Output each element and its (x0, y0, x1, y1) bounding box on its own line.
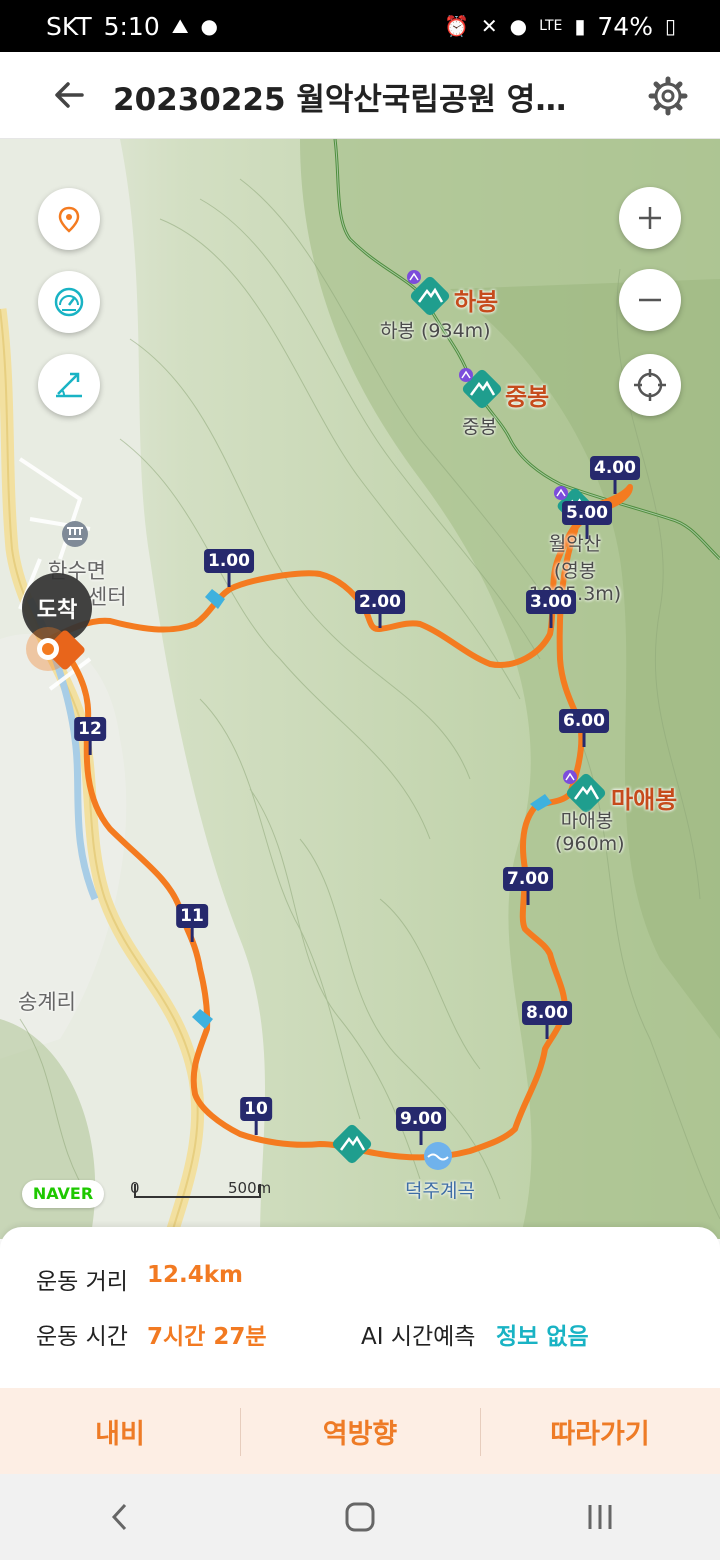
summit-icon (554, 486, 568, 500)
network-type: LTE (539, 18, 563, 34)
km-marker[interactable]: 3.00 (526, 590, 576, 614)
app-bar: 20230225 월악산국립공원 영봉... (0, 52, 720, 139)
clock: 5:10 (103, 11, 160, 41)
ai-prediction-label: AI 시간예측 (361, 1324, 476, 1350)
zoom-in-button[interactable] (619, 187, 681, 249)
km-marker[interactable]: 2.00 (355, 590, 405, 614)
speedometer-button[interactable] (38, 271, 100, 333)
ai-prediction-value: 정보 없음 (496, 1324, 589, 1350)
km-marker[interactable]: 6.00 (559, 709, 609, 733)
chevron-left-icon (111, 1503, 127, 1531)
home-icon (345, 1502, 375, 1532)
map-base (0, 139, 720, 1239)
summit-icon (563, 770, 577, 784)
peak-marker-waypoint[interactable] (330, 1122, 374, 1166)
follow-button[interactable]: 따라가기 (480, 1388, 720, 1474)
status-bar: SKT 5:10 ⛰ ● ⏰ ✕ ● LTE ▮ 74% ▯ (0, 0, 720, 52)
scale-distance-label: 500m (228, 1179, 272, 1197)
battery-level: 74% (597, 11, 653, 41)
mute-icon: ✕ (480, 14, 498, 38)
action-bar: 내비 역방향 따라가기 (0, 1388, 720, 1474)
alarm-icon: ⏰ (443, 14, 469, 38)
summit-icon (407, 270, 421, 284)
peak-sub-jungbong: 중봉 (462, 416, 497, 438)
km-marker[interactable]: 1.00 (204, 549, 254, 573)
km-marker[interactable]: 8.00 (522, 1001, 572, 1025)
peak-sub-maaebong: 마애봉 (960m) (555, 810, 625, 855)
km-marker[interactable]: 11 (176, 904, 208, 928)
start-marker-icon[interactable] (26, 625, 90, 681)
km-marker[interactable]: 4.00 (590, 456, 640, 480)
summit-icon (459, 368, 473, 382)
map-view[interactable]: 하봉 하봉 (934m) 중봉 중봉 월악산 (영봉1095.3m) 마애봉 마… (0, 139, 720, 1239)
distance-label: 운동 거리 (36, 1269, 128, 1295)
gear-icon (648, 76, 688, 116)
reverse-button[interactable]: 역방향 (240, 1388, 480, 1474)
my-location-button[interactable] (619, 354, 681, 416)
recents-icon (588, 1505, 612, 1529)
crosshair-icon (634, 369, 666, 401)
peak-name-habong: 하봉 (454, 288, 499, 316)
hiking-icon: ⛰ (171, 14, 189, 38)
back-arrow-icon (55, 82, 84, 108)
page-title: 20230225 월악산국립공원 영봉... (113, 82, 593, 118)
signal-icon: ▮ (574, 14, 586, 38)
stats-panel: 운동 거리 12.4km 운동 시간 7시간 27분 AI 시간예측 정보 없음 (0, 1227, 720, 1389)
zoom-out-button[interactable] (619, 269, 681, 331)
place-label-songgye: 송계리 (18, 990, 76, 1014)
km-marker[interactable]: 10 (240, 1097, 272, 1121)
time-value: 7시간 27분 (147, 1324, 267, 1350)
back-button[interactable] (48, 72, 94, 118)
plus-icon (639, 207, 661, 229)
minus-icon (639, 298, 661, 302)
distance-value: 12.4km (147, 1262, 244, 1288)
battery-icon: ▯ (664, 14, 676, 38)
peak-sub-habong: 하봉 (934m) (380, 320, 491, 342)
time-label: 운동 시간 (36, 1324, 128, 1350)
km-marker[interactable]: 12 (74, 717, 106, 741)
km-marker[interactable]: 9.00 (396, 1107, 446, 1131)
km-marker[interactable]: 5.00 (562, 501, 612, 525)
shoe-icon: ● (200, 14, 218, 38)
nav-back-button[interactable] (80, 1487, 160, 1547)
place-label-center: 센터 (88, 585, 127, 609)
nav-home-button[interactable] (320, 1487, 400, 1547)
location-icon: ● (509, 14, 528, 38)
km-marker[interactable]: 7.00 (503, 867, 553, 891)
location-pin-button[interactable] (38, 188, 100, 250)
settings-button[interactable] (646, 74, 690, 118)
slope-icon (56, 372, 82, 398)
nav-recents-button[interactable] (560, 1487, 640, 1547)
carrier: SKT (46, 11, 92, 41)
peak-name-maaebong: 마애봉 (611, 786, 678, 814)
naver-logo: NAVER (22, 1180, 104, 1208)
map-pin-icon (58, 206, 80, 233)
navi-button[interactable]: 내비 (0, 1388, 240, 1474)
system-nav-bar (0, 1474, 720, 1560)
speedometer-icon (54, 287, 84, 317)
place-label-valley: 덕주계곡 (405, 1180, 475, 1202)
peak-name-jungbong: 중봉 (505, 383, 550, 411)
scale-zero-label: 0 (130, 1179, 140, 1197)
slope-button[interactable] (38, 354, 100, 416)
